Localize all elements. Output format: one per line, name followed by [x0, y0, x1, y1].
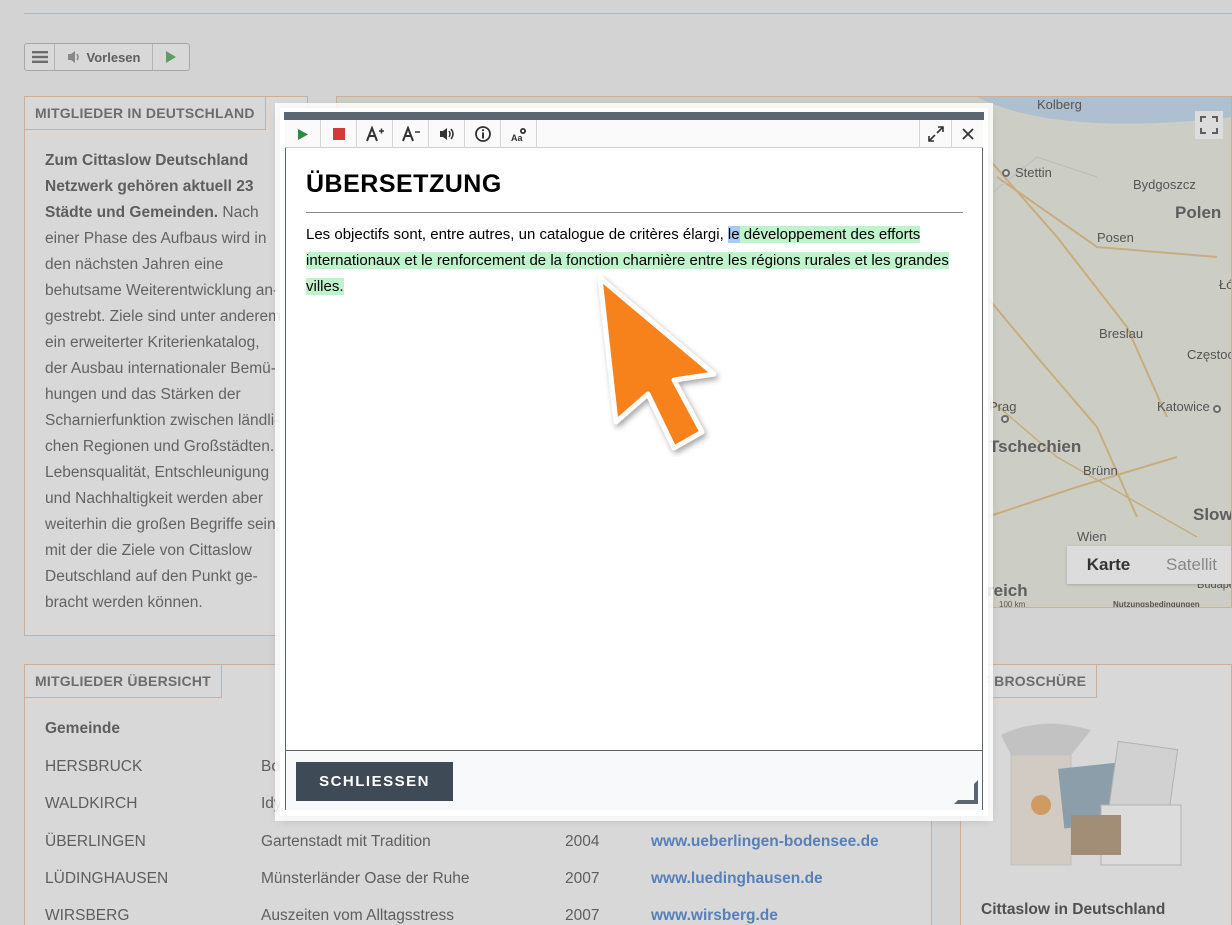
- font-increase-button[interactable]: [357, 120, 393, 148]
- close-button[interactable]: SCHLIESSEN: [296, 762, 453, 801]
- info-icon: [474, 126, 491, 142]
- dialog-header-bar[interactable]: [284, 112, 984, 120]
- info-button[interactable]: [465, 120, 501, 148]
- stop-icon: [332, 128, 345, 140]
- resize-handle-icon[interactable]: [954, 780, 978, 804]
- close-x-button[interactable]: [951, 120, 983, 148]
- text-settings-button[interactable]: Aa: [501, 120, 537, 148]
- dialog-toolbar: Aa: [285, 120, 983, 148]
- divider: [306, 212, 963, 213]
- expand-button[interactable]: [919, 120, 951, 148]
- font-decrease-button[interactable]: [393, 120, 429, 148]
- font-decrease-icon: [401, 126, 420, 142]
- stop-button[interactable]: [321, 120, 357, 148]
- play-button[interactable]: [285, 120, 321, 148]
- volume-button[interactable]: [429, 120, 465, 148]
- cursor-arrow-icon: [597, 275, 717, 451]
- close-icon: [961, 128, 974, 140]
- dialog-footer: SCHLIESSEN: [285, 750, 983, 810]
- text-settings-icon: Aa: [511, 128, 526, 142]
- expand-icon: [927, 126, 944, 142]
- svg-text:Aa: Aa: [511, 133, 523, 142]
- text-plain: Les objectifs sont, entre autres, un cat…: [306, 226, 728, 243]
- text-current-word: le: [727, 226, 740, 243]
- translation-dialog: Aa ÜBERSETZUNG Les objectifs sont, entre…: [280, 108, 988, 816]
- font-increase-icon: [365, 126, 384, 142]
- play-icon: [297, 128, 308, 140]
- dialog-title: ÜBERSETZUNG: [306, 170, 502, 198]
- volume-icon: [439, 128, 454, 140]
